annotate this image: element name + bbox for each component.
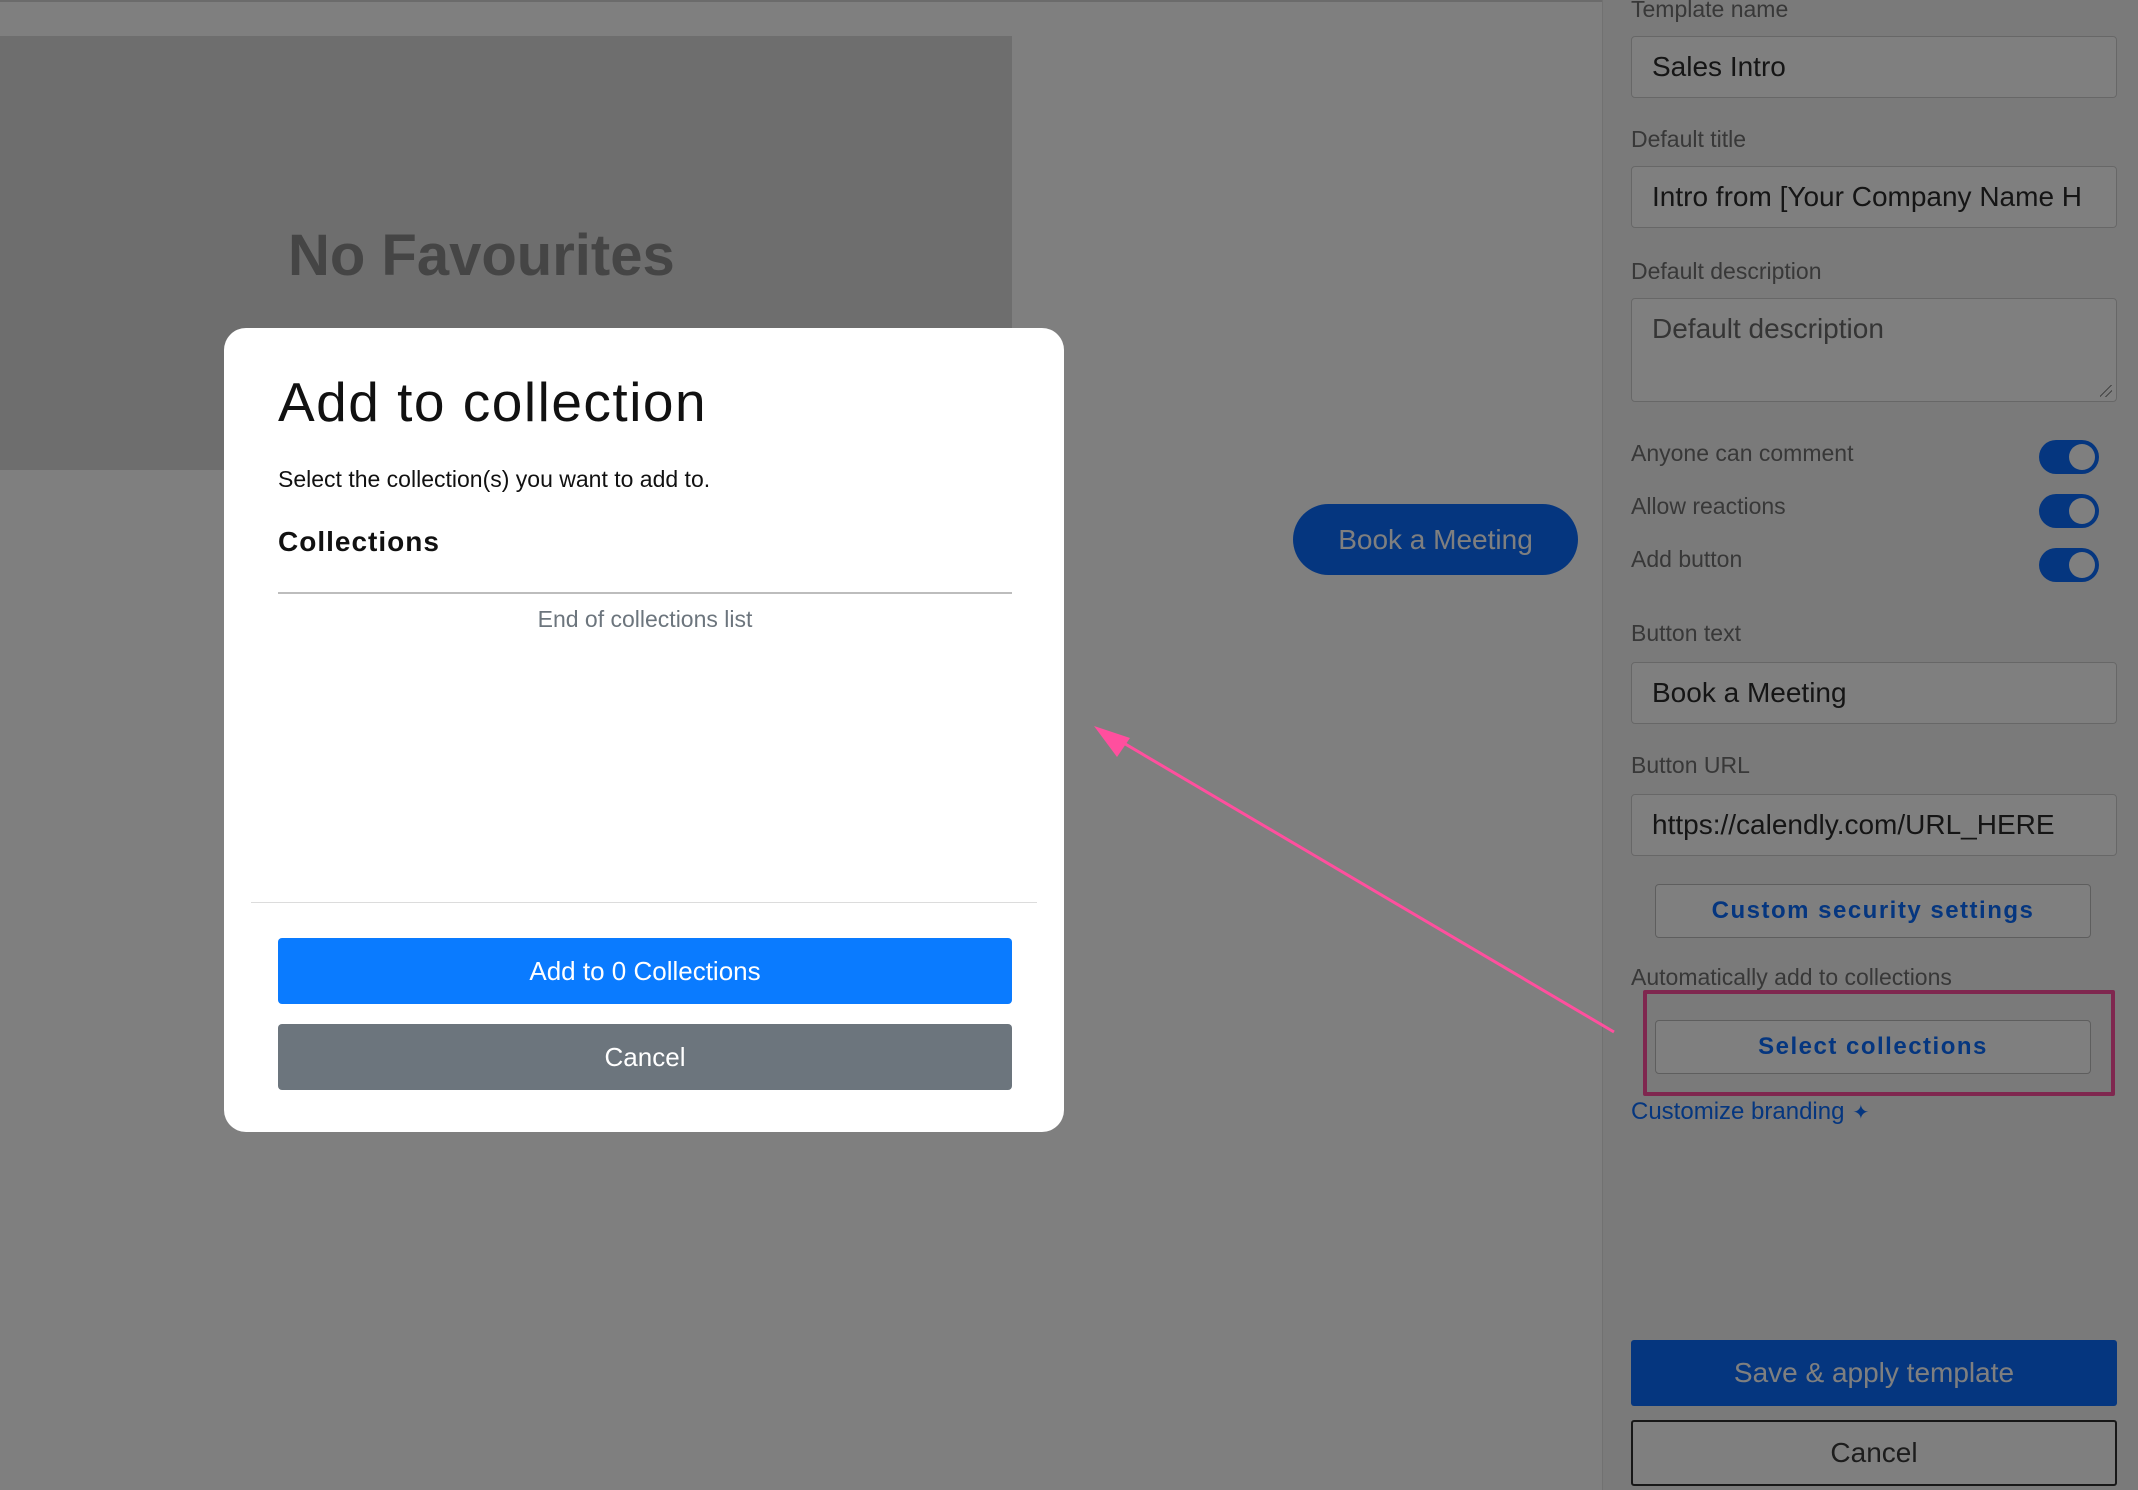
collections-list[interactable]: End of collections list <box>278 592 1012 882</box>
modal-cancel-button[interactable]: Cancel <box>278 1024 1012 1090</box>
add-to-collection-modal: Add to collection Select the collection(… <box>224 328 1064 1132</box>
collections-heading: Collections <box>278 526 440 557</box>
modal-footer-divider <box>251 902 1037 903</box>
collections-list-end-text: End of collections list <box>537 606 753 632</box>
add-to-collections-button[interactable]: Add to 0 Collections <box>278 938 1012 1004</box>
modal-title: Add to collection <box>278 371 708 433</box>
modal-subtitle: Select the collection(s) you want to add… <box>278 466 711 492</box>
